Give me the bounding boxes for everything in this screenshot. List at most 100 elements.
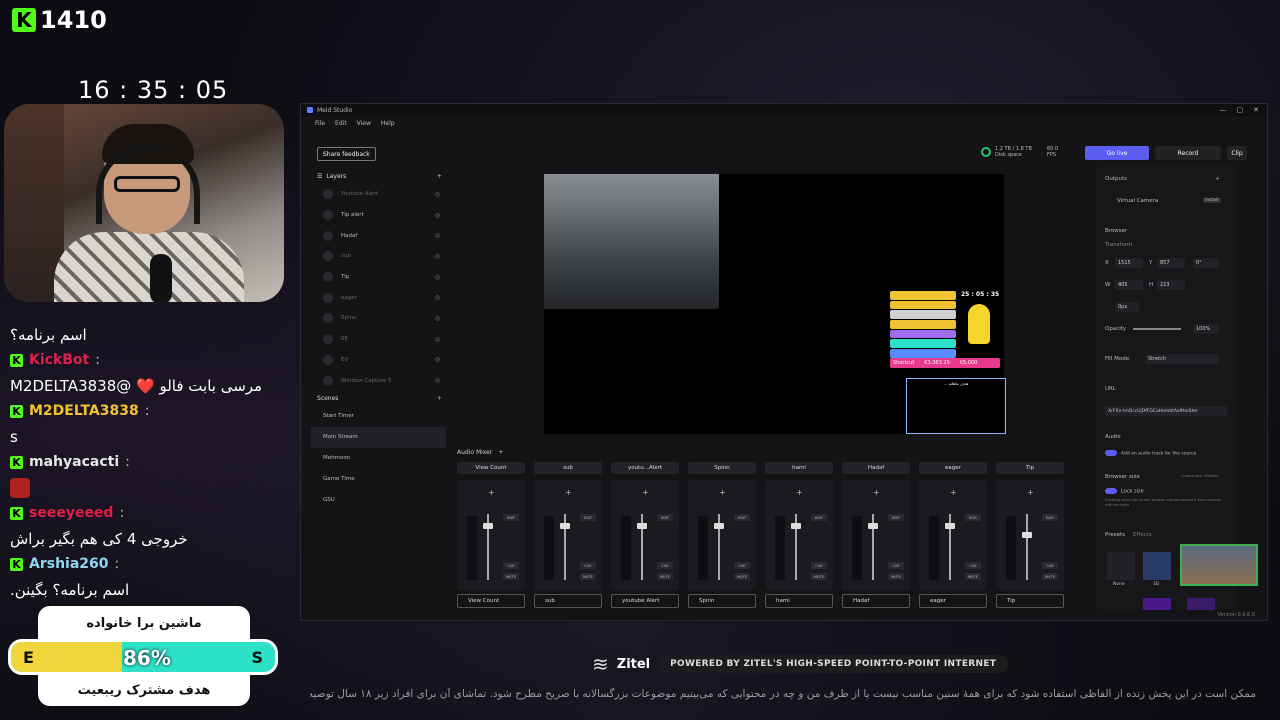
edit-button[interactable]: EDIT — [888, 514, 904, 521]
channel-name-dropdown[interactable]: youtu...Alert — [611, 462, 679, 474]
add-filter-icon[interactable]: + — [565, 488, 572, 497]
opacity-slider[interactable] — [1133, 328, 1181, 330]
cue-button[interactable]: CUE — [888, 562, 904, 569]
minimize-icon[interactable]: — — [1220, 106, 1227, 114]
visibility-icon[interactable]: ◎ — [435, 336, 440, 343]
chat-username[interactable]: seeeyeeed — [29, 505, 113, 521]
menu-edit[interactable]: Edit — [335, 120, 347, 127]
fader-knob[interactable] — [483, 523, 493, 529]
share-feedback-button[interactable]: Share feedback — [317, 147, 376, 161]
edit-button[interactable]: EDIT — [580, 514, 596, 521]
install-button[interactable]: Install — [1203, 198, 1221, 203]
fader-knob[interactable] — [1022, 532, 1032, 538]
cue-button[interactable]: CUE — [734, 562, 750, 569]
scene-item[interactable]: Game Time — [311, 468, 446, 489]
cue-button[interactable]: CUE — [657, 562, 673, 569]
edit-button[interactable]: EDIT — [1042, 514, 1058, 521]
maximize-icon[interactable]: ▢ — [1237, 106, 1244, 114]
mute-button[interactable]: MUTE — [811, 573, 827, 580]
close-icon[interactable]: ✕ — [1253, 106, 1259, 114]
mute-button[interactable]: MUTE — [1042, 573, 1058, 580]
mute-button[interactable]: MUTE — [657, 573, 673, 580]
mute-button[interactable]: MUTE — [503, 573, 519, 580]
channel-source-label[interactable]: hami — [765, 594, 833, 608]
channel-source-label[interactable]: sub — [534, 594, 602, 608]
scene-item[interactable]: Mehmoon — [311, 448, 446, 469]
cue-button[interactable]: CUE — [580, 562, 596, 569]
y-field[interactable]: 857 — [1157, 258, 1185, 268]
layer-item[interactable]: sub ◎ — [311, 246, 446, 267]
effects-tab[interactable]: Effects — [1133, 532, 1152, 538]
menu-file[interactable]: File — [315, 120, 325, 127]
mute-button[interactable]: MUTE — [580, 573, 596, 580]
channel-source-label[interactable]: Spinn — [688, 594, 756, 608]
fader-knob[interactable] — [714, 523, 724, 529]
layer-item[interactable]: Tip ◎ — [311, 267, 446, 288]
preset-purple[interactable] — [1143, 598, 1171, 610]
overlay-alert-list[interactable] — [890, 291, 956, 359]
visibility-icon[interactable]: ◎ — [435, 274, 440, 281]
channel-name-dropdown[interactable]: Spinn — [688, 462, 756, 474]
cue-button[interactable]: CUE — [811, 562, 827, 569]
visibility-icon[interactable]: ◎ — [435, 232, 440, 239]
video-source-preview[interactable] — [544, 174, 719, 309]
mute-button[interactable]: MUTE — [888, 573, 904, 580]
layer-item[interactable]: Tip alert ◎ — [311, 205, 446, 226]
add-filter-icon[interactable]: + — [719, 488, 726, 497]
rotation-field[interactable]: 0° — [1193, 258, 1219, 268]
clip-button[interactable]: Clip — [1227, 146, 1247, 160]
presets-tab[interactable]: Presets — [1105, 532, 1125, 538]
layer-item[interactable]: Window Capture 5 ◎ — [311, 370, 446, 391]
stage-preview[interactable]: 25 : 05 : 35 Shortcut €3,363.29 €5,000 ه… — [544, 174, 1006, 434]
fill-mode-select[interactable]: Stretch — [1145, 354, 1219, 364]
scene-item[interactable]: Main Stream — [311, 426, 446, 448]
channel-source-label[interactable]: youtube Alert — [611, 594, 679, 608]
layer-item[interactable]: SE ◎ — [311, 329, 446, 350]
add-filter-icon[interactable]: + — [488, 488, 495, 497]
add-audio-icon[interactable]: + — [498, 449, 503, 456]
visibility-icon[interactable]: ◎ — [435, 315, 440, 322]
channel-name-dropdown[interactable]: Hadaf — [842, 462, 910, 474]
visibility-icon[interactable]: ◎ — [435, 253, 440, 260]
channel-name-dropdown[interactable]: sub — [534, 462, 602, 474]
visibility-icon[interactable]: ◎ — [435, 294, 440, 301]
channel-source-label[interactable]: eager — [919, 594, 987, 608]
fader-knob[interactable] — [560, 523, 570, 529]
preset-none[interactable] — [1107, 552, 1135, 580]
fader-knob[interactable] — [868, 523, 878, 529]
channel-source-label[interactable]: Tip — [996, 594, 1064, 608]
chat-username[interactable]: M2DELTA3838 — [29, 403, 139, 419]
cue-button[interactable]: CUE — [503, 562, 519, 569]
layer-item[interactable]: Youtube Alert ◎ — [311, 184, 446, 205]
layer-item[interactable]: EV ◎ — [311, 350, 446, 371]
opacity-field[interactable]: 100% — [1193, 324, 1219, 334]
preset-3d[interactable] — [1143, 552, 1171, 580]
edit-button[interactable]: EDIT — [503, 514, 519, 521]
visibility-icon[interactable]: ◎ — [435, 212, 440, 219]
selected-layer-bounds[interactable]: هدف ماهانه ... — [906, 378, 1006, 434]
edit-button[interactable]: EDIT — [965, 514, 981, 521]
channel-source-label[interactable]: Hadaf — [842, 594, 910, 608]
cue-button[interactable]: CUE — [965, 562, 981, 569]
preset-violet[interactable] — [1187, 598, 1215, 610]
edit-button[interactable]: EDIT — [734, 514, 750, 521]
cue-button[interactable]: CUE — [1042, 562, 1058, 569]
visibility-icon[interactable]: ◎ — [435, 191, 440, 198]
fader-knob[interactable] — [945, 523, 955, 529]
lock-size-toggle[interactable]: Lock size — [1105, 488, 1144, 495]
add-filter-icon[interactable]: + — [1027, 488, 1034, 497]
channel-source-label[interactable]: View Count — [457, 594, 525, 608]
add-output-icon[interactable]: + — [1215, 176, 1220, 182]
add-filter-icon[interactable]: + — [950, 488, 957, 497]
menu-help[interactable]: Help — [381, 120, 395, 127]
layer-item[interactable]: Spinn ◎ — [311, 308, 446, 329]
fader-knob[interactable] — [791, 523, 801, 529]
layer-item[interactable]: Hadaf ◎ — [311, 225, 446, 246]
mute-button[interactable]: MUTE — [965, 573, 981, 580]
height-field[interactable]: 223 — [1157, 280, 1185, 290]
add-scene-icon[interactable]: + — [437, 395, 446, 402]
visibility-icon[interactable]: ◎ — [435, 356, 440, 363]
chat-username[interactable]: mahyacacti — [29, 454, 119, 470]
channel-name-dropdown[interactable]: eager — [919, 462, 987, 474]
go-live-button[interactable]: Go live — [1085, 146, 1149, 160]
